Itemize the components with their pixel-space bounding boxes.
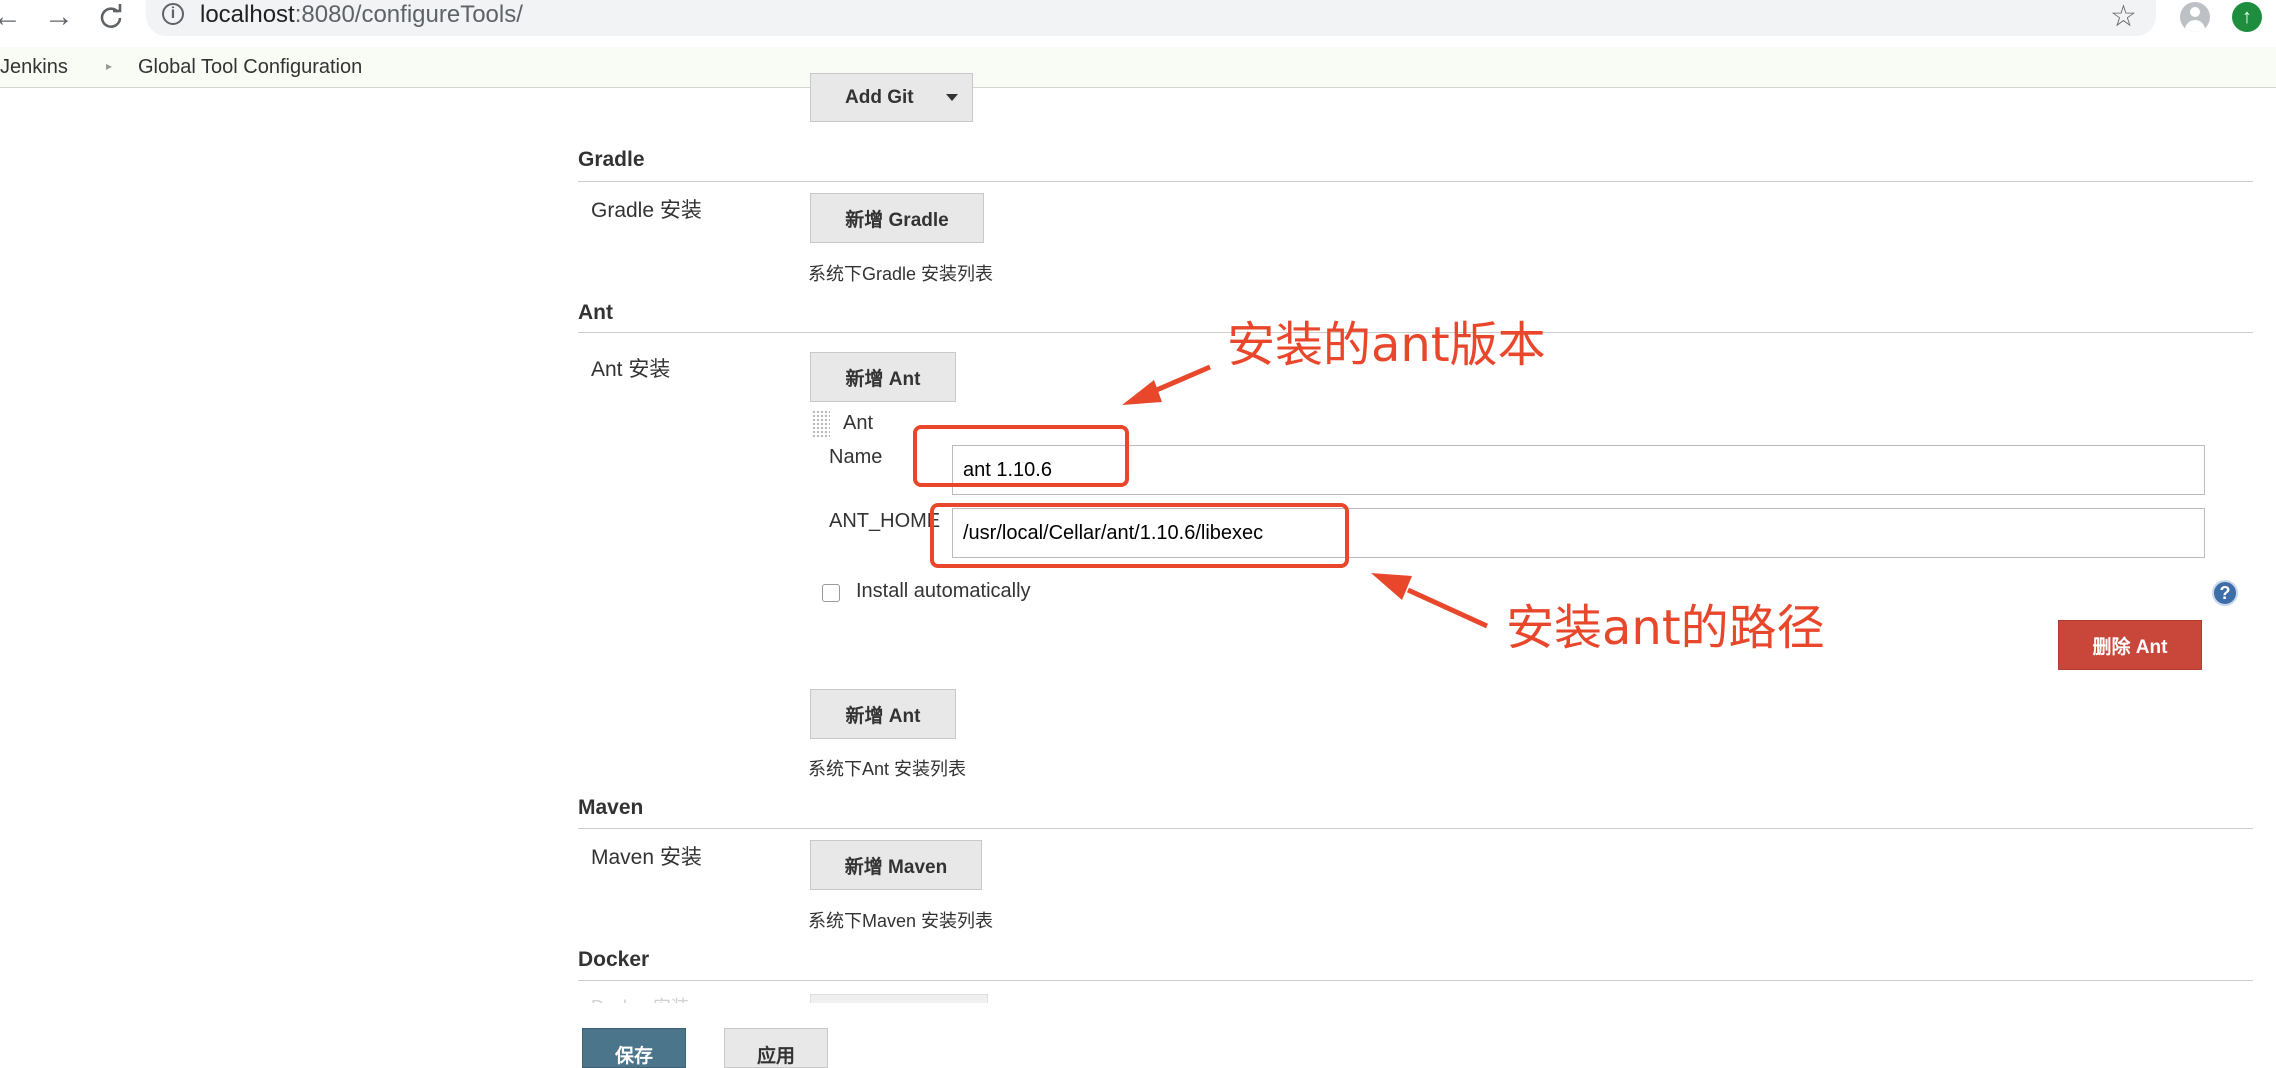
gradle-install-label: Gradle 安装 [591,199,702,222]
ant-description: 系统下Ant 安装列表 [808,759,967,779]
avatar-head [2190,7,2200,17]
install-automatically-label: Install automatically [856,580,1031,602]
avatar-body [2185,20,2205,32]
breadcrumb: Jenkins ▸ Global Tool Configuration [0,47,2276,88]
add-gradle-button[interactable]: 新增 Gradle [810,193,984,243]
forward-icon[interactable]: → [42,0,76,34]
section-title-docker: Docker [578,948,650,971]
reload-icon[interactable] [94,0,128,34]
apply-button[interactable]: 应用 [724,1028,828,1068]
section-title-maven: Maven [578,796,644,819]
annotation-path-note: 安装ant的路径 [1506,600,1825,656]
ant-install-label: Ant 安装 [591,358,671,381]
breadcrumb-global-tool-configuration[interactable]: Global Tool Configuration [138,56,362,79]
ant-name-label: Name [829,446,883,468]
footer-fade [0,990,2276,1058]
url-text[interactable]: localhost:8080/configureTools/ [200,1,523,29]
annotation-version-note: 安装的ant版本 [1227,317,1546,373]
section-divider [578,828,2253,829]
save-button[interactable]: 保存 [582,1028,686,1068]
delete-ant-button[interactable]: 删除 Ant [2058,620,2202,670]
section-divider [578,181,2253,182]
add-maven-button[interactable]: 新增 Maven [810,840,982,890]
gradle-description: 系统下Gradle 安装列表 [808,264,994,284]
docker-install-label: Docker 安装 [591,993,689,1003]
ant-home-input[interactable] [952,508,2205,558]
add-git-button[interactable]: Add Git [810,73,973,122]
ant-name-input[interactable] [952,445,2205,495]
address-bar[interactable]: i localhost:8080/configureTools/ [146,0,2156,36]
url-host: localhost [200,1,295,28]
add-docker-button[interactable] [810,994,988,1003]
breadcrumb-jenkins[interactable]: Jenkins [0,56,68,79]
add-ant-bottom-button[interactable]: 新增 Ant [810,689,956,739]
help-icon[interactable]: ? [2212,580,2238,606]
update-icon[interactable]: ↑ [2232,2,2262,32]
maven-install-label: Maven 安装 [591,846,702,869]
dropdown-caret-icon [946,94,958,101]
arrow-to-path [1371,573,1489,629]
arrow-to-version [1122,364,1211,405]
section-title-gradle: Gradle [578,148,645,171]
install-automatically-checkbox[interactable] [822,584,840,602]
back-icon[interactable]: ← [0,0,24,34]
reload-glyph [100,4,122,28]
drag-handle-icon[interactable] [812,410,830,438]
add-git-label: Add Git [845,86,914,108]
browser-toolbar: ← → i localhost:8080/configureTools/ ☆ ↑ [0,0,2276,46]
ant-home-label: ANT_HOME [829,510,941,532]
profile-avatar-icon[interactable] [2180,2,2210,32]
breadcrumb-separator-icon[interactable]: ▸ [106,59,112,73]
maven-description: 系统下Maven 安装列表 [808,911,994,931]
section-title-ant: Ant [578,301,613,324]
bookmark-star-icon[interactable]: ☆ [2110,0,2137,34]
url-path: :8080/configureTools/ [294,1,523,28]
info-icon[interactable]: i [162,3,184,25]
add-ant-button[interactable]: 新增 Ant [810,352,956,402]
section-divider [578,980,2253,981]
ant-item-header: Ant [843,412,874,434]
